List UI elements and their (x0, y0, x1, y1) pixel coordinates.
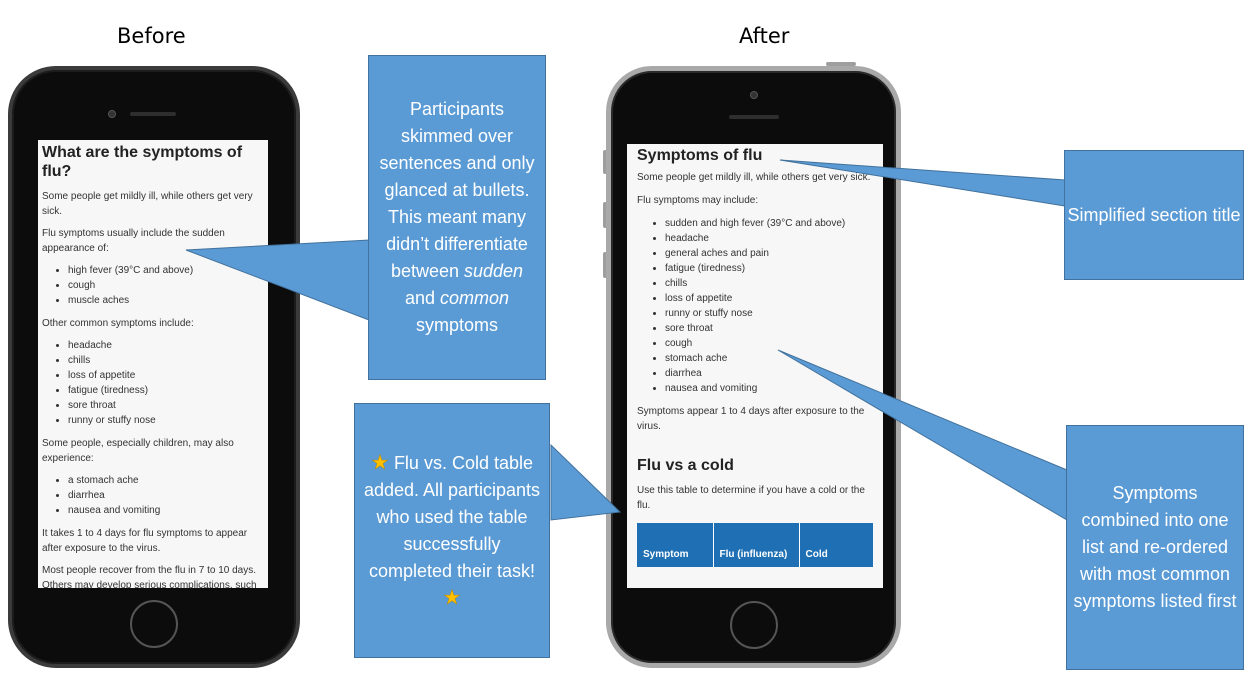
callout-skimmed: Participants skimmed over sentences and … (368, 55, 546, 380)
callout-title-text: Simplified section title (1067, 204, 1241, 225)
star-icon: ★ (443, 586, 461, 609)
callout-skimmed-text: Participants skimmed over sentences and … (379, 99, 535, 281)
callout-table-added-text: Flu vs. Cold table added. All participan… (363, 452, 541, 581)
callout-combined-list: Symptoms combined into one list and re-o… (1066, 425, 1244, 670)
callout-table-added: ★ Flu vs. Cold table added. All particip… (354, 403, 550, 658)
pointer-table-added (550, 443, 622, 521)
pointer-combined (777, 349, 1068, 521)
star-icon: ★ (370, 451, 389, 474)
callout-simplified-title: Simplified section title (1064, 150, 1244, 280)
pointer-skimmed (185, 239, 370, 321)
pointer-title (779, 159, 1066, 207)
callout-em-common: common (440, 288, 510, 308)
callout-skimmed-mid: and (404, 288, 440, 308)
callout-skimmed-end: symptoms (415, 315, 498, 335)
callout-em-sudden: sudden (464, 261, 524, 281)
callout-combined-text: Symptoms combined into one list and re-o… (1073, 483, 1237, 611)
